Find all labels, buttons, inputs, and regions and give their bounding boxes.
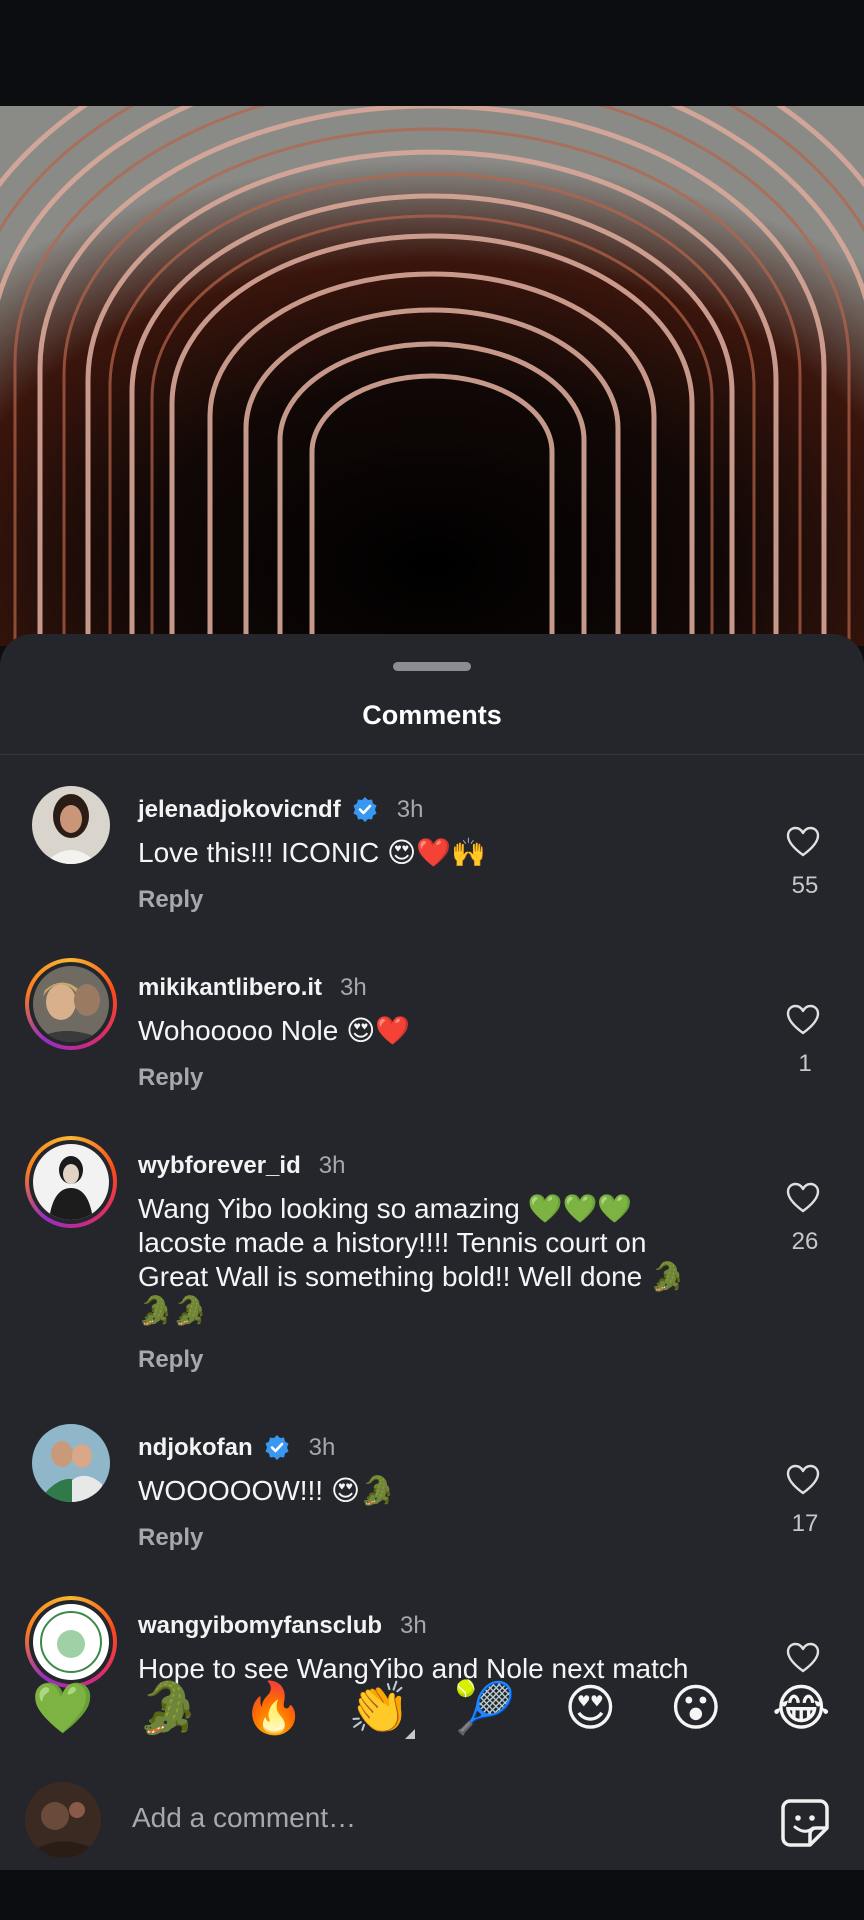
reaction-clap-glyph: 👏 (348, 1680, 411, 1736)
comment-input[interactable]: Add a comment… (132, 1802, 356, 1834)
comment-item: wybforever_id 3h Wang Yibo looking so am… (0, 1130, 864, 1412)
status-bar (0, 0, 864, 106)
reaction-clap[interactable]: 👏 (339, 1680, 419, 1739)
comment-text: Wohooooo Nole 😍❤️ (138, 1015, 411, 1046)
like-button[interactable] (786, 826, 820, 863)
avatar-story-ring[interactable] (25, 1136, 117, 1228)
video-still (0, 106, 864, 646)
comment-username[interactable]: jelenadjokovicndf (138, 796, 341, 824)
reply-button[interactable]: Reply (138, 1346, 203, 1374)
like-button[interactable] (786, 1182, 820, 1219)
sticker-button[interactable] (780, 1798, 830, 1848)
comment-item: mikikantlibero.it 3h Wohooooo Nole 😍❤️ R… (0, 952, 864, 1130)
reply-button[interactable]: Reply (138, 886, 203, 914)
avatar (33, 966, 109, 1042)
comment-username[interactable]: wangyibomyfansclub (138, 1612, 382, 1640)
reply-button[interactable]: Reply (138, 1064, 203, 1092)
comment-time: 3h (340, 974, 367, 1001)
comment-text: Love this!!! ICONIC 😍❤️🙌 (138, 837, 486, 868)
divider (0, 754, 864, 755)
heart-outline-icon (786, 826, 820, 857)
reaction-crocodile[interactable]: 🐊 (128, 1683, 208, 1733)
avatar[interactable] (32, 786, 110, 864)
reply-button[interactable]: Reply (138, 1524, 203, 1552)
comment-time: 3h (308, 1434, 336, 1461)
sheet-title: Comments (362, 700, 502, 730)
like-button[interactable] (786, 1004, 820, 1041)
comment-username[interactable]: mikikantlibero.it (138, 974, 322, 1002)
quick-reaction-bar: 💚 🐊 🔥 👏 🎾 😍 😮 😂 (0, 1658, 864, 1758)
system-navigation-bar (0, 1870, 864, 1920)
like-count: 1 (798, 1050, 812, 1077)
current-user-avatar (25, 1782, 101, 1858)
comment-username[interactable]: ndjokofan (138, 1434, 253, 1462)
avatar (33, 1144, 109, 1220)
sticker-icon (781, 1799, 829, 1847)
like-count: 17 (791, 1510, 819, 1537)
verified-badge-icon (351, 796, 379, 824)
heart-outline-icon (786, 1182, 820, 1213)
like-count: 26 (791, 1228, 819, 1255)
drag-handle[interactable] (393, 662, 471, 671)
comment-time: 3h (318, 1152, 346, 1179)
heart-outline-icon (786, 1464, 820, 1495)
reaction-heart-eyes[interactable]: 😍 (550, 1683, 630, 1733)
reaction-tennis[interactable]: 🎾 (445, 1683, 525, 1733)
like-count: 55 (791, 872, 819, 899)
comment-item: jelenadjokovicndf 3h Love this!!! ICONIC… (0, 774, 864, 952)
comment-time: 3h (400, 1612, 427, 1639)
comment-list[interactable]: jelenadjokovicndf 3h Love this!!! ICONIC… (0, 774, 864, 1778)
comment-item: ndjokofan 3h WOOOOOW!!! 😍🐊 Reply 17 (0, 1412, 864, 1590)
comment-time: 3h (396, 796, 424, 823)
comment-text: WOOOOOW!!! 😍🐊 (138, 1475, 395, 1506)
comment-composer: Add a comment… (0, 1768, 864, 1868)
verified-badge-icon (263, 1434, 291, 1462)
reaction-fire[interactable]: 🔥 (234, 1683, 314, 1733)
avatar-story-ring[interactable] (25, 958, 117, 1050)
avatar[interactable] (32, 1424, 110, 1502)
comment-text: Wang Yibo looking so amazing 💚💚💚 lacoste… (138, 1193, 685, 1326)
reaction-laughing[interactable]: 😂 (761, 1683, 841, 1733)
comment-username[interactable]: wybforever_id (138, 1152, 301, 1180)
reel-video-frame[interactable] (0, 106, 864, 646)
comments-sheet: Comments jelenadjokovicndf 3h Love this!… (0, 634, 864, 1870)
reaction-surprised[interactable]: 😮 (656, 1683, 736, 1733)
more-variants-indicator (405, 1729, 416, 1739)
heart-outline-icon (786, 1004, 820, 1035)
like-button[interactable] (786, 1464, 820, 1501)
reaction-green-heart[interactable]: 💚 (23, 1683, 103, 1733)
